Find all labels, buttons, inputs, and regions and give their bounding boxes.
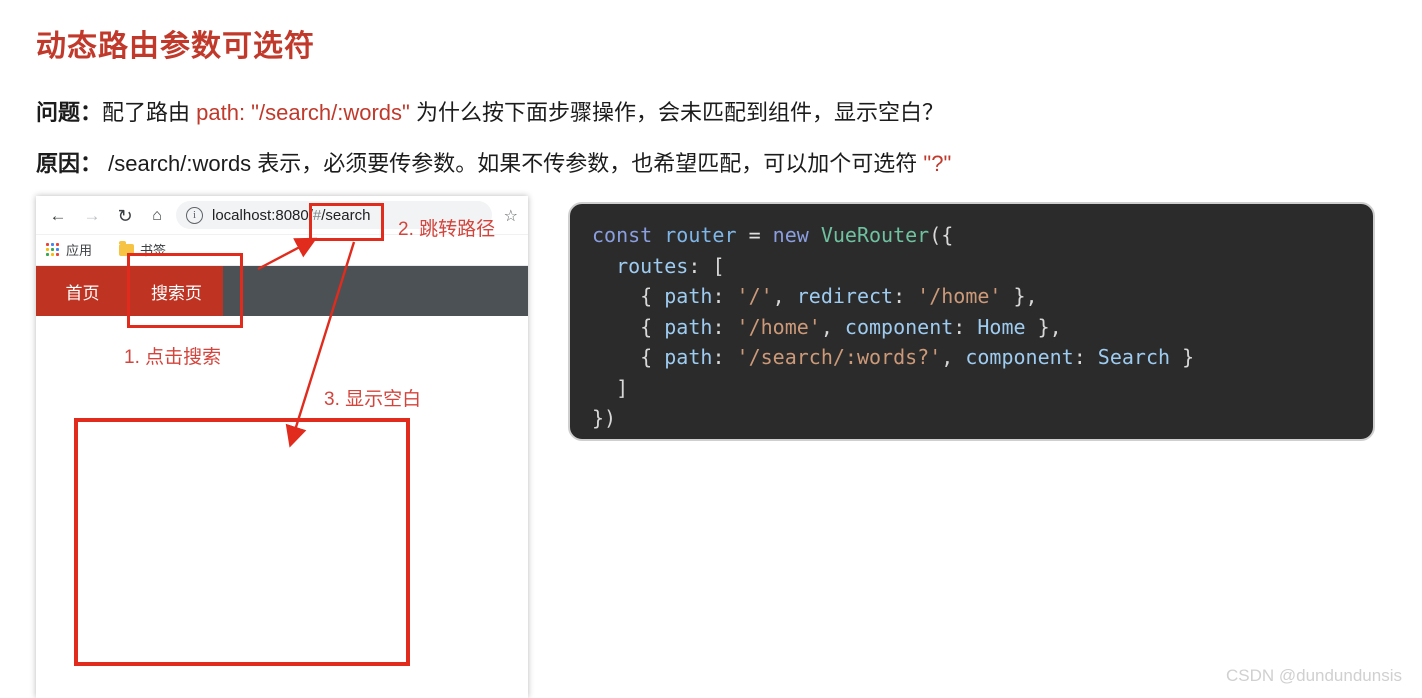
bookmark-item-bookmarks[interactable]: 书签	[119, 240, 166, 259]
bookmark-bookmarks-label: 书签	[140, 243, 167, 258]
watermark: CSDN @dundundunsis	[1225, 666, 1402, 685]
address-bar-url: localhost:8080/#/search	[212, 207, 370, 224]
annotation-step1: 1. 点击搜索	[124, 347, 222, 368]
reason-highlight: "?"	[923, 151, 952, 176]
code-token-path-3: path	[664, 345, 713, 369]
code-token-str-root: '/'	[736, 284, 773, 308]
code-token-redirect: redirect	[796, 284, 894, 308]
site-nav-bar: 首页 搜索页	[36, 266, 528, 316]
code-token-path-2: path	[664, 314, 713, 339]
problem-text-after: 为什么按下面步骤操作，会未匹配到组件，显示空白？	[409, 100, 944, 125]
problem-label: 问题：	[36, 100, 103, 125]
code-token-str-home-redirect: '/home'	[917, 284, 1002, 308]
code-token-str-home: '/home'	[736, 314, 821, 339]
site-nav-link-search[interactable]: 搜索页	[130, 266, 224, 316]
problem-line: 问题：配了路由 path: "/search/:words" 为什么按下面步骤操…	[36, 95, 944, 127]
code-token-home-component: Home	[977, 314, 1026, 339]
code-token-close-brace-paren: })	[592, 406, 617, 430]
url-path: /search	[321, 206, 371, 224]
url-hash: #	[312, 206, 322, 224]
code-token-vuerouter: VueRouter	[820, 223, 930, 247]
site-nav-link-home[interactable]: 首页	[36, 266, 130, 316]
code-token-router: router	[664, 223, 737, 247]
code-token-str-search: '/search/:words?'	[736, 345, 942, 369]
annotation-step2: 2. 跳转路径	[398, 219, 496, 240]
code-block: const router = new VueRouter({ routes: […	[568, 202, 1375, 441]
bookmark-item-apps[interactable]: 应用	[46, 240, 92, 259]
code-token-component-2: component	[844, 314, 954, 339]
reason-line: 原因： /search/:words 表示，必须要传参数。如果不传参数，也希望匹…	[36, 146, 951, 178]
code-token-const: const	[592, 223, 653, 247]
bookmark-apps-label: 应用	[66, 243, 93, 258]
url-host: localhost:8080/	[212, 206, 313, 224]
arrow-left-icon[interactable]: ←	[47, 205, 69, 227]
folder-icon	[119, 240, 134, 256]
code-token-close-bracket: ]	[616, 375, 629, 400]
star-icon[interactable]: ☆	[504, 206, 518, 226]
code-token-routes: routes	[616, 253, 689, 278]
code-token-open-bracket: [	[712, 253, 725, 278]
info-circle-icon[interactable]: i	[186, 206, 203, 224]
reason-label: 原因：	[36, 151, 103, 176]
page-title: 动态路由参数可选符	[36, 30, 315, 63]
code-token-open-paren-brace: ({	[929, 223, 954, 247]
annotation-step3: 3. 显示空白	[324, 389, 422, 410]
code-token-search-component: Search	[1097, 345, 1171, 369]
code-token-component-3: component	[965, 345, 1074, 369]
code-token-path-1: path	[664, 284, 713, 308]
home-icon[interactable]: ⌂	[146, 205, 168, 227]
reload-icon[interactable]: ↻	[114, 205, 136, 227]
site-page-body	[36, 316, 528, 698]
code-token-equals: =	[748, 223, 761, 247]
reason-text-before: /search/:words 表示，必须要传参数。如果不传参数，也希望匹配，可以…	[102, 151, 924, 176]
problem-highlight: path: "/search/:words"	[196, 100, 410, 125]
arrow-right-icon[interactable]: →	[81, 205, 103, 227]
browser-screenshot: ← → ↻ ⌂ i localhost:8080/#/search ☆ 应用 书…	[36, 196, 528, 698]
problem-text-before: 配了路由	[102, 100, 197, 125]
apps-grid-icon	[46, 242, 60, 257]
code-token-new: new	[772, 223, 809, 247]
